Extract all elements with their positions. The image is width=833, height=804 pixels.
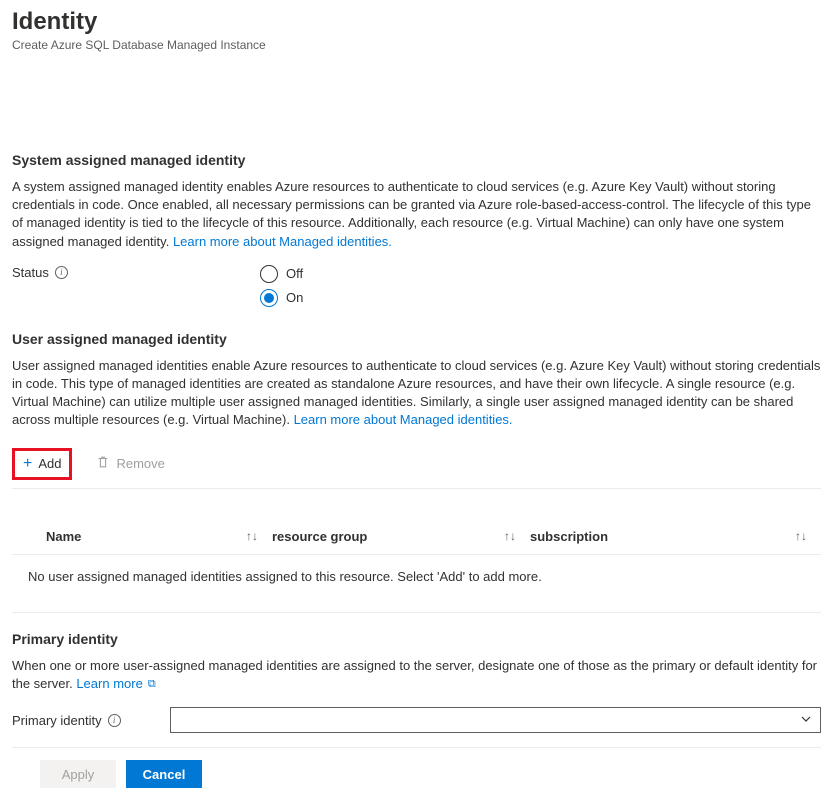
user-learn-more-link[interactable]: Learn more about Managed identities.	[294, 412, 513, 427]
chevron-down-icon	[800, 712, 812, 728]
remove-button: Remove	[88, 449, 172, 478]
sort-icon: ↑↓	[246, 529, 258, 543]
section-primary-desc: When one or more user-assigned managed i…	[12, 657, 821, 694]
status-radio-off[interactable]: Off	[260, 265, 821, 283]
primary-identity-select[interactable]	[170, 707, 821, 733]
info-icon[interactable]: i	[55, 266, 68, 279]
column-rg-label: resource group	[272, 529, 367, 544]
external-link-icon: ⧉	[145, 678, 156, 690]
column-name-label: Name	[46, 529, 81, 544]
primary-identity-label: Primary identity i	[12, 713, 162, 728]
divider	[12, 488, 821, 489]
identities-table-header: Name ↑↓ resource group ↑↓ subscription ↑…	[12, 519, 821, 555]
section-system-desc: A system assigned managed identity enabl…	[12, 178, 821, 251]
apply-button: Apply	[40, 760, 116, 788]
status-radio-on[interactable]: On	[260, 289, 821, 307]
sort-icon: ↑↓	[795, 529, 807, 543]
plus-icon: +	[23, 455, 32, 473]
identities-empty-message: No user assigned managed identities assi…	[12, 555, 821, 598]
section-user-desc: User assigned managed identities enable …	[12, 357, 821, 430]
section-system-heading: System assigned managed identity	[12, 152, 821, 168]
column-subscription[interactable]: subscription ↑↓	[530, 529, 821, 544]
column-sub-label: subscription	[530, 529, 608, 544]
column-resource-group[interactable]: resource group ↑↓	[272, 529, 530, 544]
column-name[interactable]: Name ↑↓	[12, 529, 272, 544]
primary-learn-more-text: Learn more	[76, 676, 142, 691]
trash-icon	[96, 455, 110, 472]
add-button[interactable]: + Add	[12, 448, 72, 480]
primary-learn-more-link[interactable]: Learn more ⧉	[76, 676, 155, 691]
remove-button-label: Remove	[116, 456, 164, 471]
radio-icon	[260, 265, 278, 283]
radio-icon	[260, 289, 278, 307]
status-label: Status i	[12, 265, 260, 280]
divider	[12, 612, 821, 613]
section-primary-heading: Primary identity	[12, 631, 821, 647]
system-learn-more-link[interactable]: Learn more about Managed identities.	[173, 234, 392, 249]
cancel-button[interactable]: Cancel	[126, 760, 202, 788]
add-button-label: Add	[38, 456, 61, 471]
info-icon[interactable]: i	[108, 714, 121, 727]
sort-icon: ↑↓	[504, 529, 516, 543]
radio-off-label: Off	[286, 266, 303, 281]
page-subtitle: Create Azure SQL Database Managed Instan…	[12, 38, 821, 52]
system-desc-text: A system assigned managed identity enabl…	[12, 179, 811, 249]
section-user-heading: User assigned managed identity	[12, 331, 821, 347]
footer-bar: Apply Cancel	[12, 747, 821, 788]
status-label-text: Status	[12, 265, 49, 280]
primary-identity-label-text: Primary identity	[12, 713, 102, 728]
page-title: Identity	[12, 8, 821, 36]
radio-on-label: On	[286, 290, 303, 305]
